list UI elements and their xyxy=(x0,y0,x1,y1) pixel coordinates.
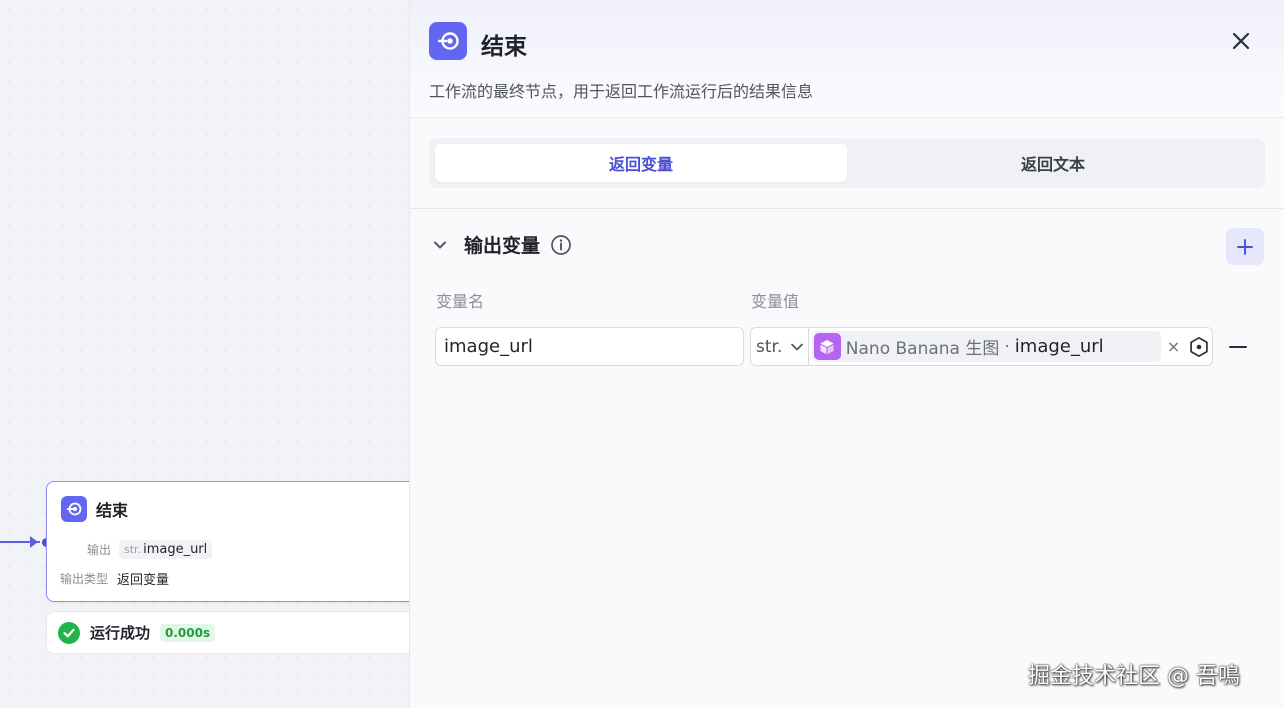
chevron-down-icon[interactable] xyxy=(432,237,448,253)
variable-picker-icon[interactable] xyxy=(1185,336,1212,358)
node-output-kind-key: 输出类型 xyxy=(60,572,109,586)
run-status-text: 运行成功 xyxy=(90,624,151,642)
panel-header: 结束 工作流的最终节点，用于返回工作流运行后的结果信息 xyxy=(410,0,1284,118)
variable-type-select[interactable]: str. xyxy=(751,328,809,365)
reference-variable-name: image_url xyxy=(1014,336,1104,357)
info-icon[interactable] xyxy=(550,234,572,256)
variable-name-column-label: 变量名 xyxy=(436,292,485,311)
clear-reference-icon[interactable]: × xyxy=(1164,337,1183,356)
output-variables-title: 输出变量 xyxy=(464,235,541,257)
workflow-canvas[interactable]: 结束 输出 str. image_url 输出类型 返回变量 运行成功 0.00… xyxy=(0,0,410,708)
node-output-type: str. xyxy=(124,543,142,556)
variable-reference-chip[interactable]: Nano Banana 生图 · image_url xyxy=(811,331,1161,362)
node-output-key: 输出 xyxy=(87,543,112,557)
variable-value-field: str. Nano Banana 生图 · image_url × xyxy=(750,327,1213,366)
run-status-bar[interactable]: 运行成功 0.000s xyxy=(46,611,410,654)
node-output-chip: str. image_url xyxy=(119,540,213,559)
run-duration-badge: 0.000s xyxy=(160,623,216,642)
close-icon[interactable] xyxy=(1228,28,1254,54)
node-output-kind-row: 输出类型 返回变量 xyxy=(60,569,169,588)
return-mode-tabs: 返回变量 返回文本 xyxy=(429,138,1265,188)
section-divider xyxy=(410,208,1284,209)
node-output-kind-value: 返回变量 xyxy=(117,573,170,588)
minus-icon xyxy=(1229,346,1247,348)
plus-icon xyxy=(1237,238,1253,255)
end-node-title: 结束 xyxy=(96,501,129,520)
check-circle-icon xyxy=(58,621,80,644)
chevron-down-icon xyxy=(790,340,804,354)
remove-variable-button[interactable] xyxy=(1226,336,1250,358)
reference-separator: · xyxy=(1004,336,1010,357)
tab-return-variables[interactable]: 返回变量 xyxy=(435,144,847,182)
end-node-icon xyxy=(61,496,87,522)
node-settings-panel: 结束 工作流的最终节点，用于返回工作流运行后的结果信息 返回变量 返回文本 输出… xyxy=(409,0,1284,708)
output-variables-header: 输出变量 xyxy=(432,231,572,258)
variable-name-input[interactable] xyxy=(435,327,744,366)
watermark-text: 掘金技术社区 @ 吾鳴 xyxy=(1028,664,1240,689)
variable-value-column-label: 变量值 xyxy=(751,292,800,311)
plugin-cube-icon xyxy=(813,333,841,360)
panel-end-node-icon xyxy=(429,22,467,60)
node-output-value: image_url xyxy=(143,542,208,557)
end-node-header: 结束 xyxy=(61,496,128,522)
reference-node-name: Nano Banana 生图 xyxy=(845,339,1000,359)
panel-description: 工作流的最终节点，用于返回工作流运行后的结果信息 xyxy=(429,82,814,101)
end-node-card[interactable]: 结束 输出 str. image_url 输出类型 返回变量 xyxy=(46,481,410,602)
node-output-row: 输出 str. image_url xyxy=(87,540,213,559)
add-variable-button[interactable] xyxy=(1226,228,1264,265)
edge-arrow-icon xyxy=(30,536,38,548)
panel-title: 结束 xyxy=(481,34,527,60)
tab-return-text[interactable]: 返回文本 xyxy=(847,144,1259,182)
variable-type-value: str. xyxy=(756,336,783,357)
